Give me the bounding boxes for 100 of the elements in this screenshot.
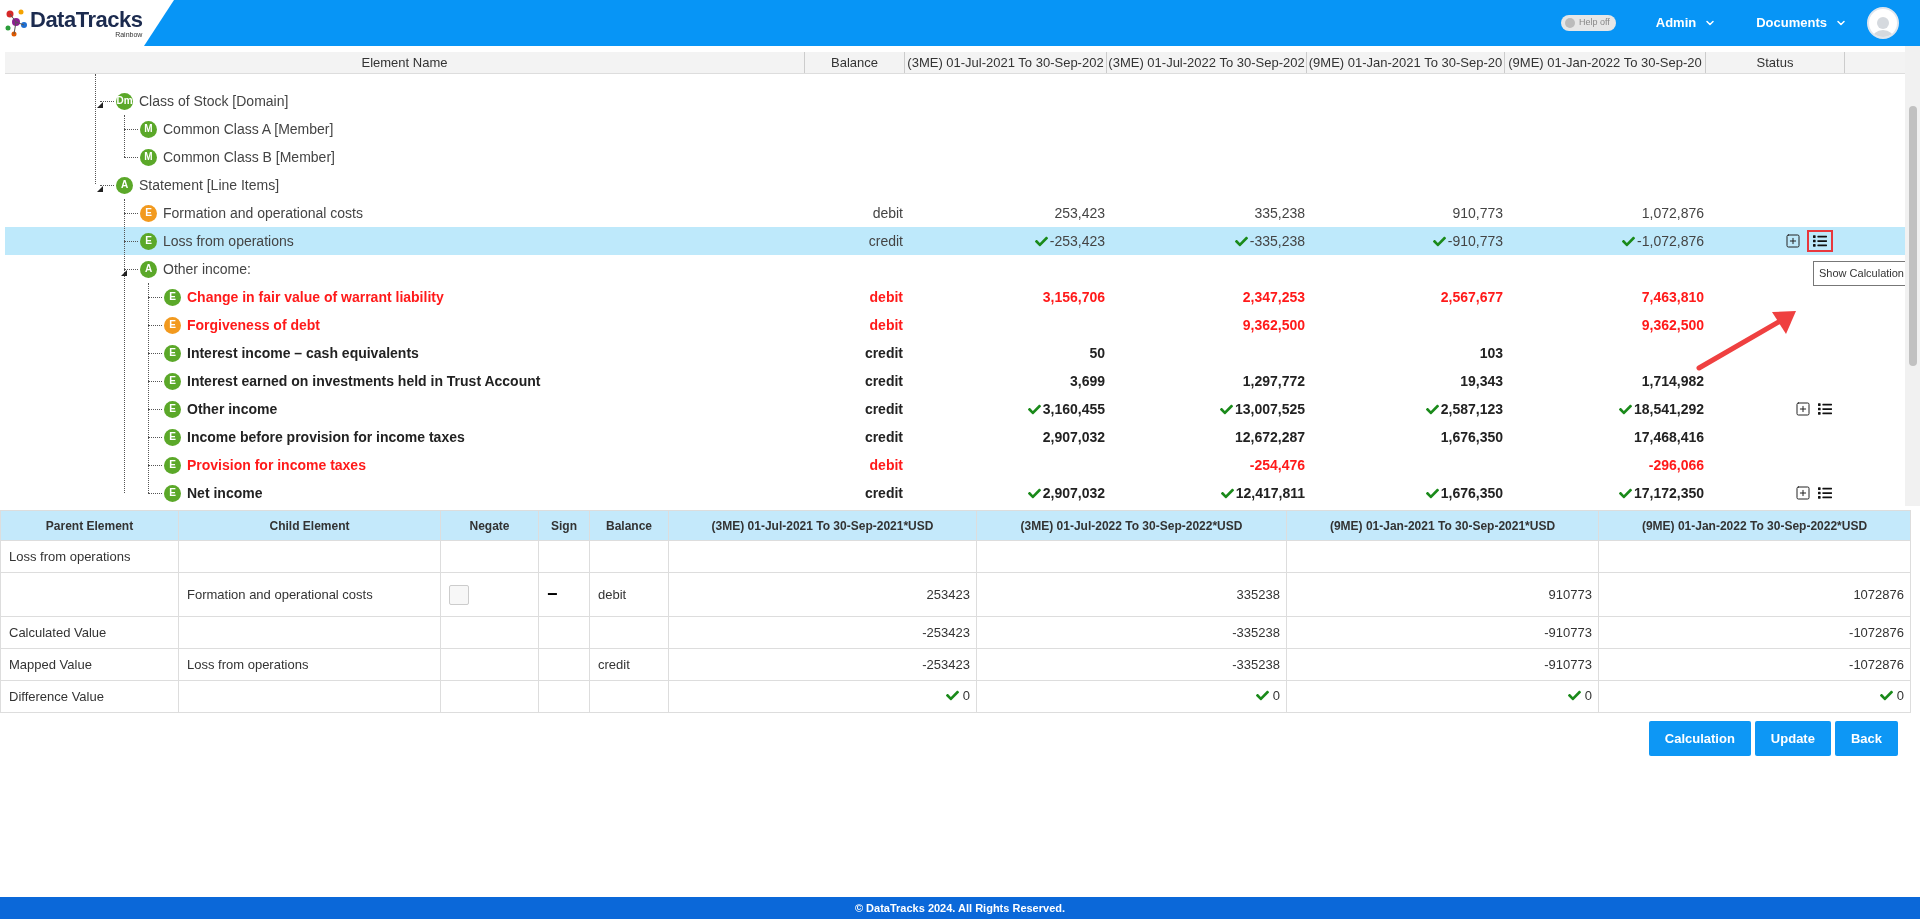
value-text: -296,066 <box>1648 455 1704 475</box>
element-label: Common Class A [Member] <box>163 119 334 139</box>
value-text: 2,907,032 <box>1027 482 1105 504</box>
balance-text: credit <box>864 343 903 363</box>
value-text: 253,423 <box>1054 203 1105 223</box>
element-type-badge: E <box>164 428 181 446</box>
element-label: Class of Stock [Domain] <box>139 91 289 111</box>
balance-text: credit <box>864 483 903 503</box>
value-text: -254,476 <box>1249 455 1305 475</box>
value-text: 50 <box>1089 343 1105 363</box>
table-cell-text: -910773 <box>1544 623 1592 642</box>
element-label: Interest earned on investments held in Trust Account <box>187 371 541 391</box>
table-cell: Difference Value <box>9 688 104 704</box>
value-text: 1,072,876 <box>1641 203 1704 223</box>
table-header: (3ME) 01-Jul-2021 To 30-Sep-2021*USD <box>711 518 934 533</box>
table-cell-text: -1072876 <box>1849 623 1904 642</box>
element-type-badge: M <box>140 148 157 166</box>
value-text: 910,773 <box>1452 203 1503 223</box>
value-text: -910,773 <box>1432 230 1503 252</box>
value-text: 3,156,706 <box>1042 287 1105 307</box>
value-text: 17,172,350 <box>1618 482 1704 504</box>
table-cell-text: -910773 <box>1544 655 1592 674</box>
element-label: Change in fair value of warrant liability <box>187 287 444 307</box>
table-header: Balance <box>606 518 652 533</box>
table-cell: Loss from operations <box>9 548 131 564</box>
balance-text: debit <box>869 455 903 475</box>
balance-text: debit <box>869 287 903 307</box>
table-header: (9ME) 01-Jan-2021 To 30-Sep-2021*USD <box>1329 518 1556 533</box>
table-header: (3ME) 01-Jul-2022 To 30-Sep-2022*USD <box>1020 518 1243 533</box>
table-cell: Mapped Value <box>9 656 92 672</box>
element-label: Statement [Line Items] <box>139 175 280 195</box>
element-type-badge: E <box>164 456 181 474</box>
value-text: 2,347,253 <box>1242 287 1305 307</box>
value-text: 2,567,677 <box>1440 287 1503 307</box>
balance-text: credit <box>864 371 903 391</box>
element-label: Common Class B [Member] <box>163 147 335 167</box>
table-cell: credit <box>598 656 630 672</box>
element-label: Income before provision for income taxes <box>187 427 465 447</box>
balance-text: debit <box>872 203 903 223</box>
table-cell-text: -335238 <box>1232 655 1280 674</box>
element-type-badge: E <box>140 204 157 222</box>
tooltip: Show Calculation <box>1813 261 1905 286</box>
element-type-badge: E <box>164 288 181 306</box>
element-label: Other income <box>187 399 278 419</box>
table-header: Sign <box>551 518 577 533</box>
element-type-badge: E <box>164 372 181 390</box>
sign-text: − <box>547 584 558 604</box>
balance-text: credit <box>864 399 903 419</box>
value-text: 1,714,982 <box>1641 371 1704 391</box>
element-label: Interest income – cash equivalents <box>187 343 419 363</box>
element-label: Formation and operational costs <box>163 203 363 223</box>
table-cell-text: -335238 <box>1232 623 1280 642</box>
balance-text: credit <box>864 427 903 447</box>
element-type-badge: E <box>140 232 157 250</box>
table-cell: 0 <box>1567 685 1592 706</box>
element-label: Loss from operations <box>163 231 294 251</box>
value-text: -1,072,876 <box>1622 230 1704 252</box>
value-text: 19,343 <box>1460 371 1503 391</box>
table-header: Child Element <box>269 518 350 533</box>
value-text: 12,417,811 <box>1220 482 1305 504</box>
element-type-badge: E <box>164 484 181 502</box>
element-type-badge: A <box>116 176 133 194</box>
value-text: 9,362,500 <box>1242 315 1305 335</box>
table-cell: Loss from operations <box>187 656 309 672</box>
element-label: Forgiveness of debt <box>187 315 321 335</box>
balance-text: credit <box>868 231 903 251</box>
element-type-badge: E <box>164 316 181 334</box>
table-cell: debit <box>598 586 627 602</box>
element-label: Net income <box>187 483 263 503</box>
table-cell: 0 <box>1879 685 1904 706</box>
table-cell-text: 910773 <box>1548 585 1592 604</box>
value-text: 18,541,292 <box>1618 398 1704 420</box>
value-text: 12,672,287 <box>1234 427 1305 447</box>
value-text: 2,587,123 <box>1425 398 1503 420</box>
element-type-badge: Dm <box>116 92 133 110</box>
element-type-badge: A <box>140 260 157 278</box>
element-type-badge: M <box>140 120 157 138</box>
value-text: 3,699 <box>1069 371 1105 391</box>
table-header: (9ME) 01-Jan-2022 To 30-Sep-2022*USD <box>1641 518 1868 533</box>
table-cell-text: -253423 <box>922 655 970 674</box>
element-label: Other income: <box>163 259 251 279</box>
value-text: -253,423 <box>1034 230 1105 252</box>
table-cell-text: 335238 <box>1236 585 1280 604</box>
copyright-text: © DataTracks 2024. All Rights Reserved. <box>854 900 1066 916</box>
value-text: 103 <box>1479 343 1503 363</box>
value-text: 9,362,500 <box>1641 315 1704 335</box>
value-text: -335,238 <box>1234 230 1305 252</box>
table-cell-text: 1072876 <box>1853 585 1904 604</box>
table-cell-text: -1072876 <box>1849 655 1904 674</box>
table-cell: Calculated Value <box>9 624 107 640</box>
table-header: Negate <box>469 518 510 533</box>
balance-text: debit <box>869 315 903 335</box>
table-cell: 0 <box>945 685 970 706</box>
value-text: 335,238 <box>1254 203 1305 223</box>
value-text: 1,676,350 <box>1425 482 1503 504</box>
value-text: 17,468,416 <box>1633 427 1704 447</box>
table-cell-text: -253423 <box>922 623 970 642</box>
table-cell: 0 <box>1255 685 1280 706</box>
table-cell-text: 253423 <box>926 585 970 604</box>
element-label: Provision for income taxes <box>187 455 366 475</box>
